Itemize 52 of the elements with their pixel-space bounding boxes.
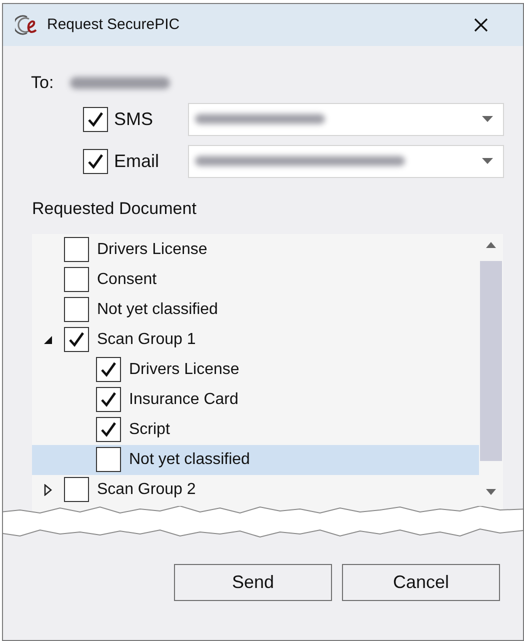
window-title: Request SecurePIC bbox=[47, 14, 180, 35]
checkbox[interactable] bbox=[64, 237, 89, 262]
checkbox[interactable] bbox=[64, 267, 89, 292]
channel-label: SMS bbox=[114, 108, 154, 130]
checkbox[interactable] bbox=[96, 417, 121, 442]
item-label: Consent bbox=[97, 270, 157, 290]
dropdown-field[interactable] bbox=[188, 102, 504, 136]
checkbox[interactable] bbox=[96, 357, 121, 382]
scroll-down-icon[interactable] bbox=[486, 488, 496, 494]
tree-item[interactable]: Not yet classified bbox=[32, 294, 479, 324]
dropdown-arrow-icon bbox=[482, 116, 493, 122]
item-label: Not yet classified bbox=[129, 450, 250, 470]
check-icon bbox=[68, 331, 85, 348]
checkbox[interactable] bbox=[64, 327, 89, 352]
collapse-triangle-icon[interactable] bbox=[43, 334, 53, 346]
check-icon bbox=[87, 152, 104, 170]
item-label: Drivers License bbox=[97, 240, 208, 260]
checkbox[interactable] bbox=[83, 106, 108, 132]
channel-label: Email bbox=[114, 150, 160, 172]
dialog-button[interactable]: Cancel bbox=[342, 564, 500, 600]
tree-item[interactable]: Scan Group 2 bbox=[32, 474, 479, 504]
item-label: Drivers License bbox=[129, 360, 240, 380]
item-label: Scan Group 2 bbox=[97, 480, 196, 500]
check-icon bbox=[87, 110, 104, 128]
scroll-up-icon[interactable] bbox=[486, 242, 496, 248]
tree-item[interactable]: Script bbox=[32, 414, 479, 444]
tree-item[interactable]: Drivers License bbox=[32, 354, 479, 384]
checkbox[interactable] bbox=[64, 477, 89, 502]
tree-item[interactable]: Scan Group 1 bbox=[32, 324, 479, 354]
dialog-button[interactable]: Send bbox=[174, 564, 332, 600]
tree-item[interactable]: Not yet classified bbox=[32, 444, 479, 474]
item-label: Not yet classified bbox=[97, 300, 218, 320]
dropdown-arrow-icon bbox=[482, 158, 493, 164]
scrollbar-thumb[interactable] bbox=[480, 260, 502, 460]
tree-item[interactable]: Consent bbox=[32, 264, 479, 294]
tree-item[interactable]: Drivers License bbox=[32, 234, 479, 264]
checkbox[interactable] bbox=[96, 387, 121, 412]
tree-item[interactable]: Insurance Card bbox=[32, 384, 479, 414]
dropdown-field[interactable] bbox=[188, 144, 504, 178]
item-label: Insurance Card bbox=[129, 390, 238, 410]
check-icon bbox=[100, 391, 117, 408]
item-label: Script bbox=[129, 420, 170, 440]
check-icon bbox=[100, 361, 117, 378]
close-icon bbox=[474, 18, 488, 32]
expand-triangle-icon[interactable] bbox=[43, 484, 53, 496]
to-label: To: bbox=[31, 72, 54, 94]
checkbox[interactable] bbox=[96, 447, 121, 472]
checkbox[interactable] bbox=[83, 148, 108, 174]
item-label: Scan Group 1 bbox=[97, 330, 196, 350]
section-label: Requested Document bbox=[32, 198, 196, 220]
checkbox[interactable] bbox=[64, 297, 89, 322]
check-icon bbox=[100, 421, 117, 438]
